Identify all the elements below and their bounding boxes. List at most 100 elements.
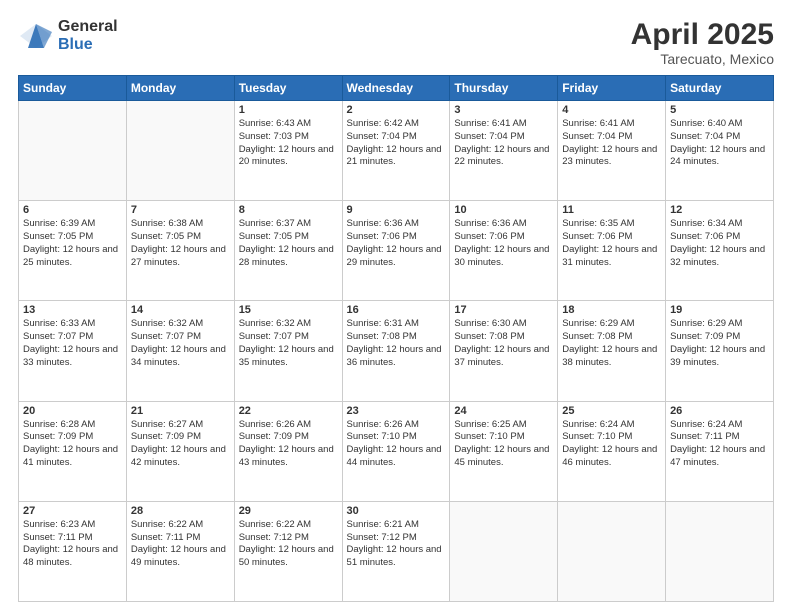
calendar-table: SundayMondayTuesdayWednesdayThursdayFrid… (18, 75, 774, 602)
day-info: Sunrise: 6:29 AM Sunset: 7:08 PM Dayligh… (562, 318, 661, 369)
day-number: 15 (239, 304, 338, 316)
calendar-cell: 17 Sunrise: 6:30 AM Sunset: 7:08 PM Dayli… (450, 301, 558, 401)
day-info: Sunrise: 6:42 AM Sunset: 7:04 PM Dayligh… (347, 118, 446, 169)
day-number: 27 (23, 505, 122, 517)
calendar-cell: 12 Sunrise: 6:34 AM Sunset: 7:06 PM Dayli… (666, 201, 774, 301)
day-info: Sunrise: 6:30 AM Sunset: 7:08 PM Dayligh… (454, 318, 553, 369)
day-info: Sunrise: 6:28 AM Sunset: 7:09 PM Dayligh… (23, 419, 122, 470)
calendar-cell: 18 Sunrise: 6:29 AM Sunset: 7:08 PM Dayli… (558, 301, 666, 401)
calendar-cell: 28 Sunrise: 6:22 AM Sunset: 7:11 PM Dayli… (126, 501, 234, 601)
logo: General Blue (18, 18, 118, 53)
day-number: 11 (562, 204, 661, 216)
day-info: Sunrise: 6:22 AM Sunset: 7:11 PM Dayligh… (131, 519, 230, 570)
day-number: 24 (454, 405, 553, 417)
day-info: Sunrise: 6:31 AM Sunset: 7:08 PM Dayligh… (347, 318, 446, 369)
day-info: Sunrise: 6:26 AM Sunset: 7:09 PM Dayligh… (239, 419, 338, 470)
calendar-cell: 20 Sunrise: 6:28 AM Sunset: 7:09 PM Dayli… (19, 401, 127, 501)
day-number: 10 (454, 204, 553, 216)
day-number: 18 (562, 304, 661, 316)
logo-text-block: General Blue (58, 18, 118, 53)
calendar-week-row: 6 Sunrise: 6:39 AM Sunset: 7:05 PM Daylig… (19, 201, 774, 301)
calendar-cell: 13Sunrise: 6:33 AM Sunset: 7:07 PM Dayli… (19, 301, 127, 401)
day-info: Sunrise: 6:38 AM Sunset: 7:05 PM Dayligh… (131, 218, 230, 269)
calendar-cell: 8 Sunrise: 6:37 AM Sunset: 7:05 PM Daylig… (234, 201, 342, 301)
day-info: Sunrise: 6:35 AM Sunset: 7:06 PM Dayligh… (562, 218, 661, 269)
header: General Blue April 2025 Tarecuato, Mexic… (18, 18, 774, 67)
day-number: 26 (670, 405, 769, 417)
day-number: 6 (23, 204, 122, 216)
calendar-header-row: SundayMondayTuesdayWednesdayThursdayFrid… (19, 76, 774, 101)
calendar-cell: 4 Sunrise: 6:41 AM Sunset: 7:04 PM Daylig… (558, 101, 666, 201)
calendar-cell (450, 501, 558, 601)
day-info: Sunrise: 6:25 AM Sunset: 7:10 PM Dayligh… (454, 419, 553, 470)
calendar-cell (666, 501, 774, 601)
day-of-week-header: Friday (558, 76, 666, 101)
day-info: Sunrise: 6:39 AM Sunset: 7:05 PM Dayligh… (23, 218, 122, 269)
calendar-cell: 5Sunrise: 6:40 AM Sunset: 7:04 PM Daylig… (666, 101, 774, 201)
day-info: Sunrise: 6:24 AM Sunset: 7:11 PM Dayligh… (670, 419, 769, 470)
day-info: Sunrise: 6:37 AM Sunset: 7:05 PM Dayligh… (239, 218, 338, 269)
calendar-cell: 24 Sunrise: 6:25 AM Sunset: 7:10 PM Dayli… (450, 401, 558, 501)
title-block: April 2025 Tarecuato, Mexico (631, 18, 774, 67)
logo-general: General (58, 18, 118, 36)
day-info: Sunrise: 6:27 AM Sunset: 7:09 PM Dayligh… (131, 419, 230, 470)
calendar-cell: 30Sunrise: 6:21 AM Sunset: 7:12 PM Dayli… (342, 501, 450, 601)
day-number: 14 (131, 304, 230, 316)
calendar-cell: 25 Sunrise: 6:24 AM Sunset: 7:10 PM Dayli… (558, 401, 666, 501)
day-info: Sunrise: 6:22 AM Sunset: 7:12 PM Dayligh… (239, 519, 338, 570)
day-number: 28 (131, 505, 230, 517)
day-number: 7 (131, 204, 230, 216)
calendar-cell: 23 Sunrise: 6:26 AM Sunset: 7:10 PM Dayli… (342, 401, 450, 501)
day-info: Sunrise: 6:36 AM Sunset: 7:06 PM Dayligh… (347, 218, 446, 269)
calendar-cell: 2Sunrise: 6:42 AM Sunset: 7:04 PM Daylig… (342, 101, 450, 201)
day-info: Sunrise: 6:21 AM Sunset: 7:12 PM Dayligh… (347, 519, 446, 570)
calendar-cell: 9 Sunrise: 6:36 AM Sunset: 7:06 PM Daylig… (342, 201, 450, 301)
day-number: 23 (347, 405, 446, 417)
calendar-cell: 15Sunrise: 6:32 AM Sunset: 7:07 PM Dayli… (234, 301, 342, 401)
day-info: Sunrise: 6:36 AM Sunset: 7:06 PM Dayligh… (454, 218, 553, 269)
day-number: 12 (670, 204, 769, 216)
day-of-week-header: Monday (126, 76, 234, 101)
calendar-cell: 21Sunrise: 6:27 AM Sunset: 7:09 PM Dayli… (126, 401, 234, 501)
day-of-week-header: Saturday (666, 76, 774, 101)
calendar-week-row: 20 Sunrise: 6:28 AM Sunset: 7:09 PM Dayli… (19, 401, 774, 501)
calendar-cell: 16 Sunrise: 6:31 AM Sunset: 7:08 PM Dayli… (342, 301, 450, 401)
day-number: 9 (347, 204, 446, 216)
calendar-cell (19, 101, 127, 201)
day-number: 1 (239, 104, 338, 116)
page: General Blue April 2025 Tarecuato, Mexic… (0, 0, 792, 612)
day-info: Sunrise: 6:29 AM Sunset: 7:09 PM Dayligh… (670, 318, 769, 369)
day-number: 22 (239, 405, 338, 417)
day-number: 3 (454, 104, 553, 116)
calendar-cell (558, 501, 666, 601)
calendar-cell: 11 Sunrise: 6:35 AM Sunset: 7:06 PM Dayli… (558, 201, 666, 301)
day-of-week-header: Thursday (450, 76, 558, 101)
logo-icon (18, 22, 54, 50)
calendar-week-row: 27Sunrise: 6:23 AM Sunset: 7:11 PM Dayli… (19, 501, 774, 601)
day-info: Sunrise: 6:33 AM Sunset: 7:07 PM Dayligh… (23, 318, 122, 369)
day-number: 29 (239, 505, 338, 517)
day-number: 20 (23, 405, 122, 417)
day-number: 17 (454, 304, 553, 316)
day-info: Sunrise: 6:41 AM Sunset: 7:04 PM Dayligh… (562, 118, 661, 169)
subtitle: Tarecuato, Mexico (631, 51, 774, 67)
day-info: Sunrise: 6:26 AM Sunset: 7:10 PM Dayligh… (347, 419, 446, 470)
day-number: 4 (562, 104, 661, 116)
calendar-cell: 10 Sunrise: 6:36 AM Sunset: 7:06 PM Dayli… (450, 201, 558, 301)
calendar-cell: 14 Sunrise: 6:32 AM Sunset: 7:07 PM Dayli… (126, 301, 234, 401)
calendar-cell: 3 Sunrise: 6:41 AM Sunset: 7:04 PM Daylig… (450, 101, 558, 201)
day-number: 8 (239, 204, 338, 216)
day-info: Sunrise: 6:41 AM Sunset: 7:04 PM Dayligh… (454, 118, 553, 169)
calendar-cell: 7 Sunrise: 6:38 AM Sunset: 7:05 PM Daylig… (126, 201, 234, 301)
day-number: 16 (347, 304, 446, 316)
calendar-cell: 27Sunrise: 6:23 AM Sunset: 7:11 PM Dayli… (19, 501, 127, 601)
day-number: 25 (562, 405, 661, 417)
calendar-week-row: 13Sunrise: 6:33 AM Sunset: 7:07 PM Dayli… (19, 301, 774, 401)
day-number: 19 (670, 304, 769, 316)
calendar-cell: 6 Sunrise: 6:39 AM Sunset: 7:05 PM Daylig… (19, 201, 127, 301)
day-of-week-header: Wednesday (342, 76, 450, 101)
calendar-week-row: 1Sunrise: 6:43 AM Sunset: 7:03 PM Daylig… (19, 101, 774, 201)
day-info: Sunrise: 6:32 AM Sunset: 7:07 PM Dayligh… (131, 318, 230, 369)
day-info: Sunrise: 6:24 AM Sunset: 7:10 PM Dayligh… (562, 419, 661, 470)
day-info: Sunrise: 6:34 AM Sunset: 7:06 PM Dayligh… (670, 218, 769, 269)
